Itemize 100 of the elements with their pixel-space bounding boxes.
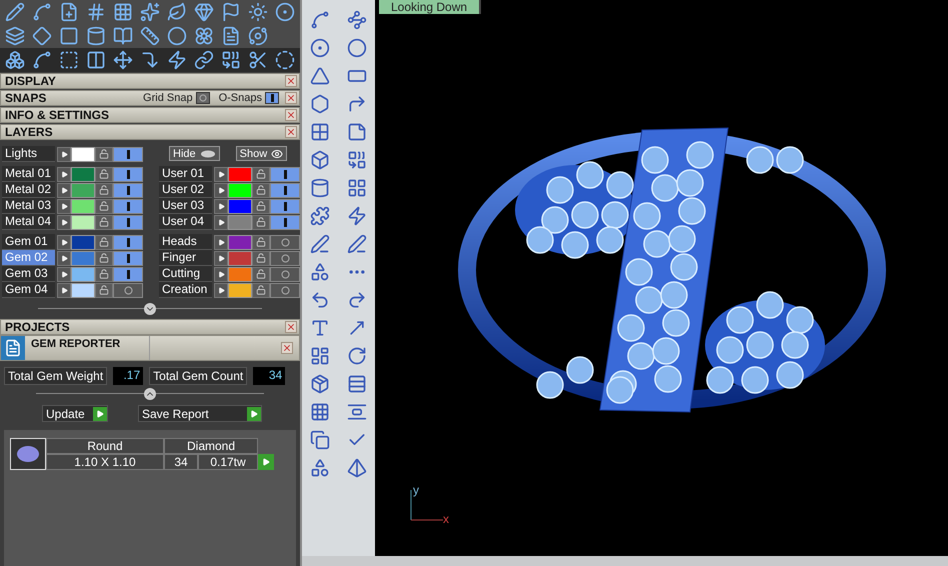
layer-name[interactable]: Creation bbox=[159, 282, 212, 298]
layer-menu-button[interactable] bbox=[214, 266, 228, 282]
layer-name[interactable]: User 04 bbox=[159, 214, 212, 230]
layer-color-swatch[interactable] bbox=[71, 266, 95, 282]
layer-color-swatch[interactable] bbox=[71, 146, 95, 162]
layer-menu-button[interactable] bbox=[57, 182, 71, 198]
layer-menu-button[interactable] bbox=[57, 266, 71, 282]
close-button[interactable] bbox=[285, 109, 297, 121]
ellipse-icon[interactable] bbox=[347, 38, 367, 58]
rotate-icon[interactable] bbox=[347, 346, 367, 366]
layer-name[interactable]: Gem 02 bbox=[2, 250, 55, 266]
zap-icon[interactable] bbox=[166, 49, 188, 71]
visibility-toggle[interactable] bbox=[113, 198, 143, 214]
layer-name[interactable]: User 03 bbox=[159, 198, 212, 214]
layer-menu-button[interactable] bbox=[214, 282, 228, 298]
diamond-icon[interactable] bbox=[31, 25, 53, 47]
layer-menu-button[interactable] bbox=[57, 250, 71, 266]
lock-button[interactable] bbox=[252, 234, 270, 250]
layer-color-swatch[interactable] bbox=[71, 250, 95, 266]
layer-color-swatch[interactable] bbox=[228, 282, 252, 298]
shapes-icon[interactable] bbox=[310, 458, 330, 478]
columns-icon[interactable] bbox=[85, 49, 107, 71]
circle-icon[interactable] bbox=[310, 38, 330, 58]
section-header[interactable]: LAYERS bbox=[0, 124, 300, 140]
section-header[interactable]: INFO & SETTINGS bbox=[0, 107, 300, 123]
sparkles-icon[interactable] bbox=[139, 1, 161, 23]
layer-name[interactable]: Heads bbox=[159, 234, 212, 250]
layer-menu-button[interactable] bbox=[57, 282, 71, 298]
orbit-icon[interactable] bbox=[247, 25, 269, 47]
lock-button[interactable] bbox=[95, 146, 113, 162]
close-button[interactable] bbox=[285, 75, 297, 87]
flower-icon[interactable] bbox=[193, 25, 215, 47]
visibility-toggle[interactable] bbox=[270, 250, 300, 266]
layer-menu-button[interactable] bbox=[57, 166, 71, 182]
layer-name[interactable]: User 01 bbox=[159, 166, 212, 182]
layer-menu-button[interactable] bbox=[57, 198, 71, 214]
layer-menu-button[interactable] bbox=[57, 234, 71, 250]
save-report-button[interactable]: Save Report bbox=[138, 405, 262, 422]
snap-toggle[interactable] bbox=[265, 92, 279, 104]
layer-menu-button[interactable] bbox=[214, 214, 228, 230]
puzzle-icon[interactable] bbox=[310, 206, 330, 226]
layer-color-swatch[interactable] bbox=[71, 166, 95, 182]
cylinder-icon[interactable] bbox=[85, 25, 107, 47]
hide-button[interactable]: Hide bbox=[169, 146, 220, 161]
lock-button[interactable] bbox=[95, 234, 113, 250]
lock-button[interactable] bbox=[95, 282, 113, 298]
spline-icon[interactable] bbox=[31, 1, 53, 23]
visibility-toggle[interactable] bbox=[270, 266, 300, 282]
visibility-toggle[interactable] bbox=[113, 282, 143, 298]
play-button[interactable] bbox=[258, 454, 274, 470]
lock-button[interactable] bbox=[95, 166, 113, 182]
layer-name[interactable]: Lights bbox=[2, 146, 55, 162]
visibility-toggle[interactable] bbox=[113, 214, 143, 230]
layer-color-swatch[interactable] bbox=[228, 266, 252, 282]
layer-color-swatch[interactable] bbox=[71, 182, 95, 198]
layer-name[interactable]: Metal 04 bbox=[2, 214, 55, 230]
layer-color-swatch[interactable] bbox=[228, 234, 252, 250]
layer-name[interactable]: Cutting bbox=[159, 266, 212, 282]
visibility-toggle[interactable] bbox=[113, 266, 143, 282]
close-button[interactable] bbox=[285, 126, 297, 138]
visibility-toggle[interactable] bbox=[113, 234, 143, 250]
lock-button[interactable] bbox=[252, 250, 270, 266]
array-icon[interactable] bbox=[347, 374, 367, 394]
layer-color-swatch[interactable] bbox=[228, 182, 252, 198]
leaf-icon[interactable] bbox=[166, 1, 188, 23]
lock-button[interactable] bbox=[252, 198, 270, 214]
visibility-toggle[interactable] bbox=[270, 166, 300, 182]
lock-button[interactable] bbox=[95, 266, 113, 282]
triangle-icon[interactable] bbox=[310, 66, 330, 86]
move-icon[interactable] bbox=[112, 49, 134, 71]
section-header[interactable]: SNAPS Grid Snap O-Snaps bbox=[0, 90, 300, 106]
gem-icon[interactable] bbox=[193, 1, 215, 23]
layer-name[interactable]: Metal 02 bbox=[2, 182, 55, 198]
ruler-icon[interactable] bbox=[139, 25, 161, 47]
lock-button[interactable] bbox=[252, 182, 270, 198]
layer-color-swatch[interactable] bbox=[228, 198, 252, 214]
visibility-toggle[interactable] bbox=[113, 250, 143, 266]
grid-icon[interactable] bbox=[310, 402, 330, 422]
cylinder-icon[interactable] bbox=[310, 178, 330, 198]
layer-color-swatch[interactable] bbox=[71, 234, 95, 250]
layer-name[interactable]: Finger bbox=[159, 250, 212, 266]
visibility-toggle[interactable] bbox=[270, 234, 300, 250]
book-icon[interactable] bbox=[112, 25, 134, 47]
grid-surface-icon[interactable] bbox=[310, 122, 330, 142]
expand-button[interactable] bbox=[144, 388, 156, 400]
spline-icon[interactable] bbox=[31, 49, 53, 71]
dashed-square-icon[interactable] bbox=[58, 49, 80, 71]
box-icon[interactable] bbox=[310, 374, 330, 394]
lock-button[interactable] bbox=[252, 266, 270, 282]
layer-color-swatch[interactable] bbox=[71, 282, 95, 298]
align-icon[interactable] bbox=[347, 402, 367, 422]
visibility-toggle[interactable] bbox=[270, 182, 300, 198]
visibility-toggle[interactable] bbox=[270, 214, 300, 230]
layer-color-swatch[interactable] bbox=[71, 198, 95, 214]
visibility-toggle[interactable] bbox=[113, 182, 143, 198]
circle-icon[interactable] bbox=[166, 25, 188, 47]
layer-color-swatch[interactable] bbox=[228, 214, 252, 230]
layer-menu-button[interactable] bbox=[214, 250, 228, 266]
collapse-button[interactable] bbox=[144, 303, 156, 315]
pencil-icon[interactable] bbox=[4, 1, 26, 23]
